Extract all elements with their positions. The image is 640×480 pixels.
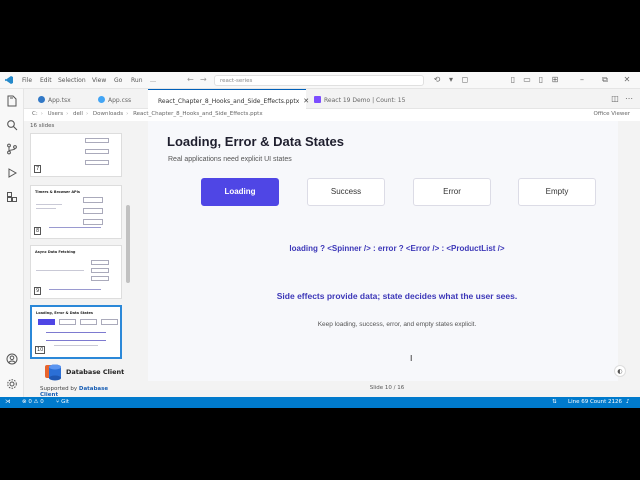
key-takeaway-text: Side effects provide data; state decides… — [276, 291, 518, 301]
slide-thumbnails-panel: 16 slides 7 Timers & Browser APIs 8 Asyn… — [24, 121, 134, 398]
slide-thumbnail-10[interactable]: Loading, Error & Data States 10 — [30, 305, 122, 359]
command-center[interactable]: react-series — [214, 75, 424, 86]
accounts-icon[interactable]: ◻ — [460, 75, 470, 85]
slide-viewport: Loading, Error & Data States Real applic… — [134, 121, 640, 397]
slide-number: 7 — [34, 165, 42, 173]
breadcrumb-users[interactable]: Users — [48, 111, 63, 117]
slide-note-text: Keep loading, success, error, and empty … — [317, 321, 477, 328]
copilot-menu-icon[interactable]: ▾ — [446, 75, 456, 85]
slide-thumbnail-8[interactable]: Timers & Browser APIs 8 — [30, 185, 122, 239]
menu-more[interactable]: … — [150, 77, 156, 84]
thumbnail-title: Async Data Fetching — [35, 250, 76, 254]
slide-subtitle: Real applications need explicit UI state… — [168, 156, 292, 163]
status-bar: ⋊ ⊗ 0 ⚠ 0 ⑂ Git ⇅ Line 69 Count 2126 ♪ — [0, 397, 640, 408]
breadcrumb-downloads[interactable]: Downloads — [93, 111, 123, 117]
tab-label: React_Chapter_8_Hooks_and_Side_Effects.p… — [158, 98, 300, 105]
menu-edit[interactable]: Edit — [40, 77, 52, 84]
source-control-icon[interactable] — [6, 143, 18, 155]
state-error-box: Error — [413, 178, 491, 206]
problems-indicator[interactable]: ⊗ 0 ⚠ 0 — [22, 399, 44, 405]
theme-toggle-icon[interactable]: ◐ — [614, 365, 626, 377]
slide-canvas: Loading, Error & Data States Real applic… — [148, 121, 626, 381]
menu-view[interactable]: View — [92, 77, 106, 84]
run-debug-icon[interactable] — [6, 167, 18, 179]
minimize-icon[interactable]: – — [577, 75, 587, 85]
cursor-position[interactable]: Line 69 Count 2126 — [568, 399, 622, 405]
extensions-icon[interactable] — [6, 191, 18, 203]
slide-number: 10 — [35, 346, 46, 354]
vscode-logo-icon — [5, 76, 13, 84]
bell-icon[interactable]: ♪ — [626, 399, 630, 405]
vscode-window: File Edit Selection View Go Run … ← → re… — [0, 72, 640, 408]
slide-counter: Slide 10 / 16 — [369, 385, 405, 391]
tab-label: App.tsx — [48, 97, 71, 104]
thumbnail-scrollbar[interactable] — [126, 205, 130, 283]
breadcrumb-drive[interactable]: C: — [32, 111, 38, 117]
split-editor-icon[interactable]: ◫ — [610, 94, 620, 103]
copilot-icon[interactable]: ⟲ — [432, 75, 442, 85]
customize-layout-icon[interactable]: ⊞ — [550, 75, 560, 85]
sponsor-banner[interactable]: Database Client Supported by Database Cl… — [24, 359, 128, 398]
thumbnail-title: Timers & Browser APIs — [35, 190, 80, 194]
more-actions-icon[interactable]: ⋯ — [624, 94, 634, 103]
text-cursor-icon: I — [410, 354, 413, 363]
maximize-icon[interactable]: ⧉ — [600, 75, 610, 85]
sponsor-name: Database Client — [66, 368, 125, 376]
tsx-file-icon — [38, 96, 45, 103]
toggle-secondary-sidebar-icon[interactable]: ▯ — [536, 75, 546, 85]
search-icon[interactable] — [6, 119, 18, 131]
slide-thumbnail-7[interactable]: 7 — [30, 133, 122, 177]
office-viewer-label[interactable]: Office Viewer — [594, 111, 631, 117]
state-empty-box: Empty — [518, 178, 596, 206]
conditional-render-code: loading ? <Spinner /> : error ? <Error /… — [289, 244, 505, 253]
breadcrumb-dell[interactable]: dell — [73, 111, 83, 117]
editor-area: 16 slides 7 Timers & Browser APIs 8 Asyn… — [24, 121, 640, 398]
breadcrumb-file[interactable]: React_Chapter_8_Hooks_and_Side_Effects.p… — [133, 111, 263, 117]
title-bar: File Edit Selection View Go Run … ← → re… — [0, 72, 640, 89]
tab-react-demo[interactable]: React 19 Demo | Count: 15 — [308, 89, 428, 109]
menu-go[interactable]: Go — [114, 77, 122, 84]
tab-pptx[interactable]: React_Chapter_8_Hooks_and_Side_Effects.p… — [148, 89, 309, 109]
breadcrumb: C: › Users › dell › Downloads › React_Chapte… — [24, 109, 640, 121]
nav-back-icon[interactable]: ← — [187, 75, 194, 84]
editor-tabs: App.tsx App.css React_Chapter_8_Hooks_an… — [24, 89, 640, 109]
menu-file[interactable]: File — [22, 77, 32, 84]
tab-label: React 19 Demo | Count: 15 — [324, 97, 406, 104]
state-success-box: Success — [307, 178, 385, 206]
command-center-label: react-series — [220, 78, 253, 84]
tab-app-css[interactable]: App.css — [90, 89, 144, 109]
toggle-panel-icon[interactable]: ▭ — [522, 75, 532, 85]
slide-count: 16 slides — [30, 123, 55, 129]
database-client-logo-icon — [45, 364, 61, 381]
slide-number: 8 — [34, 227, 42, 235]
css-file-icon — [98, 96, 105, 103]
nav-forward-icon[interactable]: → — [200, 75, 207, 84]
notifications-icon[interactable]: ⇅ — [552, 399, 557, 405]
react-icon — [314, 96, 321, 103]
slide-thumbnail-9[interactable]: Async Data Fetching 9 — [30, 245, 122, 299]
toggle-sidebar-icon[interactable]: ▯ — [508, 75, 518, 85]
remote-indicator-icon[interactable]: ⋊ — [5, 399, 11, 405]
slide-title: Loading, Error & Data States — [167, 134, 344, 149]
activity-bar — [0, 89, 24, 397]
git-indicator[interactable]: ⑂ Git — [56, 399, 69, 405]
state-loading-box: Loading — [201, 178, 279, 206]
tab-label: App.css — [108, 97, 132, 104]
menu-run[interactable]: Run — [131, 77, 143, 84]
thumbnail-title: Loading, Error & Data States — [36, 311, 93, 315]
close-window-icon[interactable]: ✕ — [622, 75, 632, 85]
slide-number: 9 — [34, 287, 42, 295]
settings-gear-icon[interactable] — [6, 378, 18, 390]
explorer-icon[interactable] — [6, 95, 18, 107]
account-icon[interactable] — [6, 353, 18, 365]
tab-app-tsx[interactable]: App.tsx — [30, 89, 88, 109]
menu-selection[interactable]: Selection — [58, 77, 86, 84]
